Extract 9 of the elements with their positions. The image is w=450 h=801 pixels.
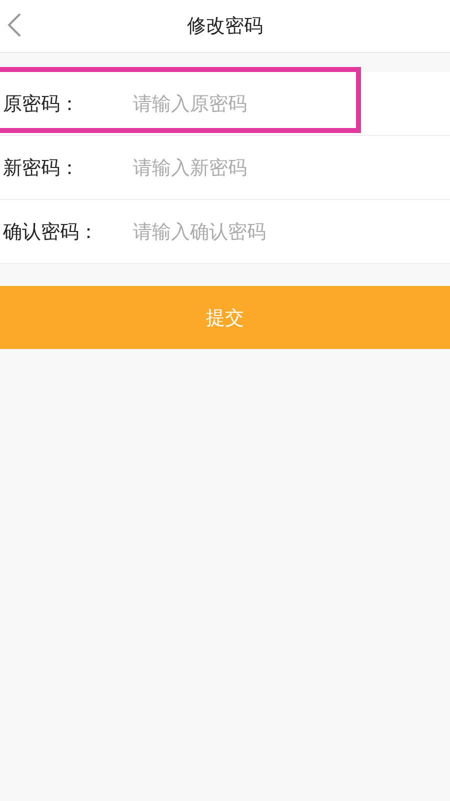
page-title: 修改密码 — [187, 14, 263, 39]
password-field[interactable]: 请输入原密码 — [131, 92, 335, 116]
password-field[interactable]: 请输入新密码 — [131, 156, 335, 180]
back-icon[interactable] — [6, 12, 22, 38]
password-field[interactable]: 请输入确认密码 — [131, 220, 335, 244]
field-label: 原密码： — [2, 92, 80, 116]
field-label: 确认密码： — [2, 220, 99, 244]
field-label: 新密码： — [2, 156, 80, 180]
submit-button[interactable]: 提交 — [0, 286, 450, 349]
